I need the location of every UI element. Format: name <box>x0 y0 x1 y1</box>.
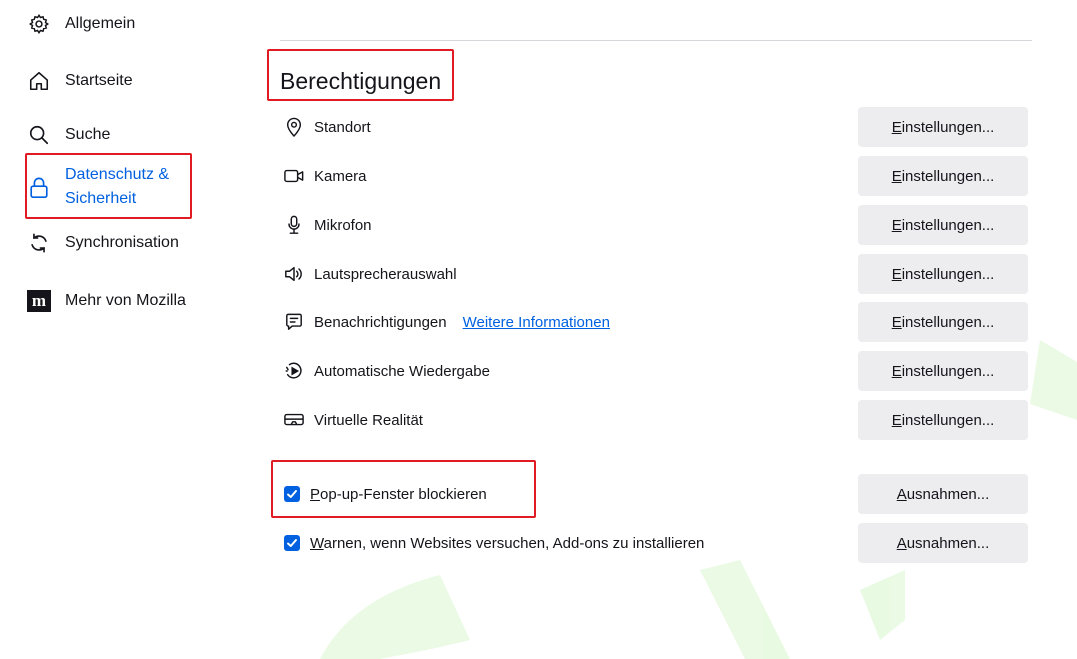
permission-row-autoplay: Automatische Wiedergabe Einstellungen... <box>284 351 1028 391</box>
vr-icon <box>284 410 304 430</box>
check-icon <box>287 490 297 498</box>
location-icon <box>284 117 304 137</box>
permission-row-location: Standort Einstellungen... <box>284 107 1028 147</box>
settings-button-autoplay[interactable]: Einstellungen... <box>858 351 1028 391</box>
section-title: Berechtigungen <box>280 68 442 94</box>
permission-row-microphone: Mikrofon Einstellungen... <box>284 205 1028 245</box>
permission-row-speaker: Lautsprecherauswahl Einstellungen... <box>284 254 1028 294</box>
camera-icon <box>284 166 304 186</box>
popup-block-label[interactable]: Pop-up-Fenster blockieren <box>310 486 487 503</box>
popup-block-checkbox[interactable] <box>284 486 300 502</box>
settings-button-location[interactable]: Einstellungen... <box>858 107 1028 147</box>
divider <box>280 40 1032 41</box>
permission-row-camera: Kamera Einstellungen... <box>284 156 1028 196</box>
popup-block-row: Pop-up-Fenster blockieren Ausnahmen... <box>284 474 1028 514</box>
permission-label: Automatische Wiedergabe <box>314 362 490 380</box>
popup-exceptions-button[interactable]: Ausnahmen... <box>858 474 1028 514</box>
speaker-icon <box>284 264 304 284</box>
settings-button-speaker[interactable]: Einstellungen... <box>858 254 1028 294</box>
notification-icon <box>284 312 304 332</box>
addon-warn-checkbox[interactable] <box>284 535 300 551</box>
learn-more-link[interactable]: Weitere Informationen <box>463 314 610 331</box>
permission-label: Benachrichtigungen <box>314 313 447 331</box>
permission-label: Mikrofon <box>314 216 372 234</box>
permission-row-notifications: Benachrichtigungen Weitere Informationen… <box>284 302 1028 342</box>
main-content: Berechtigungen Standort Einstellungen...… <box>0 0 1077 659</box>
settings-button-microphone[interactable]: Einstellungen... <box>858 205 1028 245</box>
permission-label: Virtuelle Realität <box>314 411 423 429</box>
permission-label: Lautsprecherauswahl <box>314 265 457 283</box>
permission-label: Kamera <box>314 167 367 185</box>
settings-button-vr[interactable]: Einstellungen... <box>858 400 1028 440</box>
autoplay-icon <box>284 361 304 381</box>
permission-row-vr: Virtuelle Realität Einstellungen... <box>284 400 1028 440</box>
microphone-icon <box>284 215 304 235</box>
permission-label: Standort <box>314 118 371 136</box>
addon-warn-row: Warnen, wenn Websites versuchen, Add-ons… <box>284 523 1028 563</box>
settings-button-camera[interactable]: Einstellungen... <box>858 156 1028 196</box>
check-icon <box>287 539 297 547</box>
addon-exceptions-button[interactable]: Ausnahmen... <box>858 523 1028 563</box>
addon-warn-label[interactable]: Warnen, wenn Websites versuchen, Add-ons… <box>310 535 704 552</box>
settings-button-notifications[interactable]: Einstellungen... <box>858 302 1028 342</box>
